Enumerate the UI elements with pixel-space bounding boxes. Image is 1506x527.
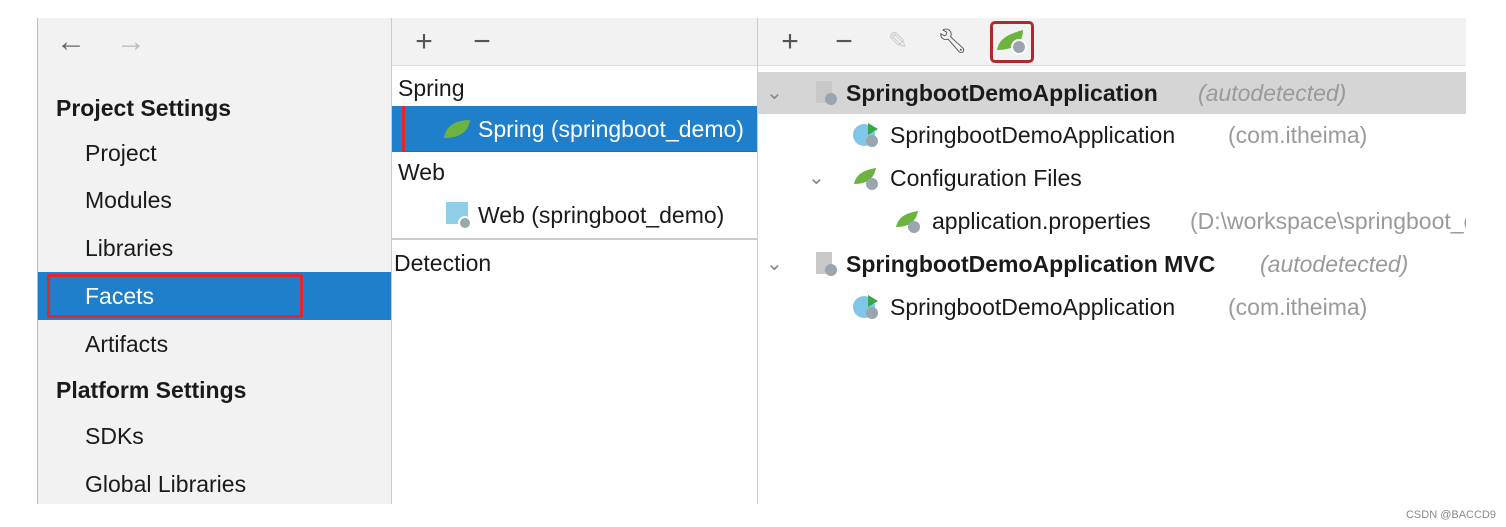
highlight-box: [402, 106, 757, 152]
highlight-box: [47, 274, 303, 318]
tree-suffix: (com.itheima): [1228, 122, 1368, 148]
sidebar-item-facets[interactable]: Facets: [38, 272, 391, 320]
sidebar-item-global-libraries[interactable]: Global Libraries: [38, 460, 391, 508]
remove-facet-button[interactable]: −: [466, 24, 498, 60]
tree-row-app[interactable]: ⌄ SpringbootDemoApplication (autodetecte…: [758, 72, 1466, 114]
wrench-icon[interactable]: 🔧︎: [936, 24, 968, 60]
watermark: CSDN @BACCD9: [1405, 509, 1496, 521]
config-files-icon: [854, 168, 878, 190]
tree-row-properties[interactable]: application.properties (D:\workspace\spr…: [758, 200, 1466, 242]
sidebar-item-project[interactable]: Project: [38, 130, 391, 176]
facet-item-web[interactable]: Web (springboot_demo): [392, 192, 757, 238]
detection-item[interactable]: Detection: [392, 238, 757, 284]
add-button[interactable]: +: [774, 24, 806, 60]
spring-mvc-icon: [816, 252, 837, 276]
remove-button[interactable]: −: [828, 24, 860, 60]
sidebar-item-sdks[interactable]: SDKs: [38, 412, 391, 460]
tree-label: Configuration Files: [890, 165, 1082, 191]
forward-button[interactable]: →: [116, 25, 146, 59]
tree-suffix: (D:\workspace\springboot_demo: [1190, 208, 1466, 234]
properties-file-icon: [896, 211, 920, 233]
section-platform-settings: Platform Settings: [56, 377, 247, 403]
tree-label: SpringbootDemoApplication MVC: [846, 251, 1216, 277]
settings-sidebar: ← → Project Settings Project Modules Lib…: [37, 18, 391, 504]
facet-item-spring[interactable]: Spring (springboot_demo): [392, 106, 757, 152]
facet-item-label: Web (springboot_demo): [478, 202, 725, 228]
spring-boot-icon: [997, 29, 1027, 55]
tree-label: application.properties: [932, 208, 1151, 234]
chevron-down-icon[interactable]: ⌄: [766, 243, 783, 285]
facets-list-panel: + − Spring Spring (springboot_demo) Web …: [391, 18, 758, 504]
chevron-down-icon[interactable]: ⌄: [766, 72, 783, 114]
sidebar-item-libraries[interactable]: Libraries: [38, 224, 391, 272]
add-facet-button[interactable]: +: [408, 24, 440, 60]
tree-row-config-files[interactable]: ⌄ Configuration Files: [758, 157, 1466, 199]
spring-boot-class-icon: [853, 123, 878, 147]
tree-label: SpringbootDemoApplication: [846, 80, 1158, 106]
tree-row-main-class[interactable]: SpringbootDemoApplication (com.itheima): [758, 114, 1466, 156]
tree-suffix: (com.itheima): [1228, 294, 1368, 320]
tree-suffix: (autodetected): [1198, 80, 1347, 106]
tree-label: SpringbootDemoApplication: [890, 122, 1176, 148]
web-module-icon: [446, 202, 472, 230]
back-button[interactable]: ←: [56, 25, 86, 59]
chevron-down-icon[interactable]: ⌄: [808, 157, 825, 199]
pencil-icon[interactable]: ✎: [882, 24, 914, 60]
tree-row-app-mvc[interactable]: ⌄ SpringbootDemoApplication MVC (autodet…: [758, 243, 1466, 285]
spring-app-icon: [816, 81, 837, 105]
sidebar-item-modules[interactable]: Modules: [38, 176, 391, 224]
facet-detail-panel: + − ✎ 🔧︎ ⌄ SpringbootDemoApplication (au…: [758, 18, 1466, 504]
sidebar-item-artifacts[interactable]: Artifacts: [38, 320, 391, 368]
spring-boot-class-icon: [853, 295, 878, 319]
section-project-settings: Project Settings: [56, 95, 232, 121]
tree-suffix: (autodetected): [1260, 251, 1409, 277]
group-web: Web: [398, 159, 445, 185]
spring-boot-button[interactable]: [990, 20, 1034, 63]
tree-label: SpringbootDemoApplication: [890, 294, 1176, 320]
tree-row-mvc-class[interactable]: SpringbootDemoApplication (com.itheima): [758, 286, 1466, 328]
group-spring: Spring: [398, 75, 465, 101]
